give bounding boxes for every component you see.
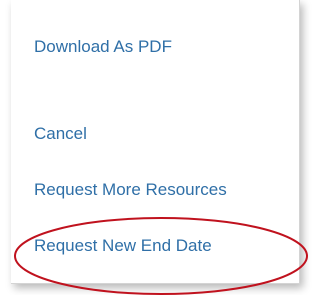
actions-menu: Download As PDF Cancel Request More Reso…	[11, 0, 300, 284]
cancel-link[interactable]: Cancel	[34, 124, 87, 144]
download-as-pdf-link[interactable]: Download As PDF	[34, 37, 172, 57]
request-new-end-date-link[interactable]: Request New End Date	[34, 236, 212, 256]
screenshot-stage: Download As PDF Cancel Request More Reso…	[0, 0, 310, 295]
request-more-resources-link[interactable]: Request More Resources	[34, 180, 227, 200]
